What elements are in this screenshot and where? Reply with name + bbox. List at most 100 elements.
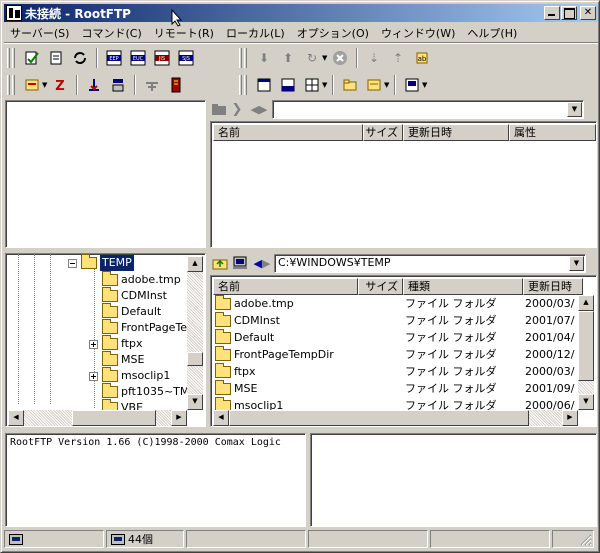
table-row[interactable]: Default ファイル フォルダ 2001/04/2	[213, 329, 575, 346]
resize-grip-icon[interactable]	[580, 534, 592, 546]
local-path-combo[interactable]: C:¥WINDOWS¥TEMP ▼	[274, 253, 586, 273]
toolbar-grip[interactable]	[244, 48, 247, 68]
tree-item-temp[interactable]: TEMP	[68, 254, 134, 271]
close-button[interactable]: ✕	[580, 6, 596, 20]
remote-back-forward-icon[interactable]: ◀▶	[246, 103, 272, 116]
local-up-folder-icon[interactable]	[210, 256, 230, 270]
download-icon[interactable]: ⬇	[253, 47, 275, 69]
view-local-icon[interactable]	[277, 74, 299, 96]
expand-icon[interactable]	[89, 371, 98, 381]
tree-item[interactable]: CDMInst	[89, 287, 167, 304]
menu-command[interactable]: コマンド(C)	[75, 25, 147, 41]
app-icon[interactable]	[6, 5, 22, 21]
menu-help[interactable]: ヘルプ(H)	[461, 25, 523, 41]
site-manager-icon[interactable]	[21, 74, 43, 96]
scroll-up-icon[interactable]: ▲	[187, 256, 203, 272]
sync-up-icon[interactable]: ⇡	[387, 47, 409, 69]
tree-item[interactable]: MSE	[89, 351, 144, 368]
edit-icon[interactable]	[363, 74, 385, 96]
menu-window[interactable]: ウィンドウ(W)	[375, 25, 461, 41]
table-row[interactable]: adobe.tmp ファイル フォルダ 2000/03/2	[213, 295, 575, 312]
sync-down-icon[interactable]: ⇣	[363, 47, 385, 69]
tree-item[interactable]: FrontPageTe	[89, 319, 187, 336]
remote-folder-icon[interactable]	[210, 101, 228, 117]
scroll-down-icon[interactable]: ▼	[578, 394, 594, 410]
table-row[interactable]: CDMInst ファイル フォルダ 2001/07/1	[213, 312, 575, 329]
queue-icon[interactable]	[107, 74, 129, 96]
local-back-forward-icon[interactable]: ◀▶	[250, 257, 274, 270]
reconnect-icon[interactable]	[69, 47, 91, 69]
tree-horizontal-scrollbar[interactable]: ◀ ▶	[8, 410, 187, 426]
title-bar[interactable]: 未接続 - RootFTP ✕	[4, 4, 598, 22]
menu-server[interactable]: サーバー(S)	[4, 25, 75, 41]
upload-icon[interactable]: ⬆	[277, 47, 299, 69]
expand-icon[interactable]	[89, 339, 98, 349]
table-row[interactable]: ftpx ファイル フォルダ 2000/03/1	[213, 363, 575, 380]
toolbar-grip[interactable]	[12, 75, 15, 95]
remote-col-name[interactable]: 名前	[213, 124, 363, 141]
scroll-down-icon[interactable]: ▼	[187, 394, 203, 410]
remote-tree-pane[interactable]	[5, 100, 206, 248]
local-tree-pane[interactable]: TEMP adobe.tmp CDMInst Default FrontPage…	[5, 253, 206, 427]
table-row[interactable]: FrontPageTempDir ファイル フォルダ 2000/12/0	[213, 346, 575, 363]
menu-options[interactable]: オプション(O)	[291, 25, 375, 41]
local-col-type[interactable]: 種類	[403, 278, 523, 295]
remote-path-dropdown-icon[interactable]: ▼	[567, 101, 582, 117]
tree-item[interactable]: ftpx	[89, 335, 142, 352]
edit-dropdown-icon[interactable]: ▼	[384, 81, 390, 89]
toolbar-grip[interactable]	[7, 75, 10, 95]
remote-col-modified[interactable]: 更新日時	[403, 124, 509, 141]
remote-path-combo[interactable]: ▼	[272, 99, 584, 119]
tree-item[interactable]: msoclip1	[89, 367, 170, 384]
scroll-thumb[interactable]	[187, 352, 203, 366]
filter-icon[interactable]	[83, 74, 105, 96]
maximize-button[interactable]	[561, 6, 577, 20]
local-computer-icon[interactable]	[230, 256, 250, 270]
remote-file-list[interactable]: 名前 サイズ 更新日時 属性	[210, 121, 597, 248]
refresh-icon[interactable]: ↻	[301, 47, 323, 69]
tree-vertical-scrollbar[interactable]: ▲ ▼	[187, 256, 203, 410]
toolbar-grip[interactable]	[12, 48, 15, 68]
view-layout-icon[interactable]	[301, 74, 323, 96]
table-row[interactable]: MSE ファイル フォルダ 2001/09/0	[213, 380, 575, 397]
list-horizontal-scrollbar[interactable]: ◀ ▶	[213, 410, 578, 426]
list-vertical-scrollbar[interactable]: ▲ ▼	[578, 295, 594, 410]
network-icon[interactable]	[141, 74, 163, 96]
menu-remote[interactable]: リモート(R)	[148, 25, 220, 41]
menu-local[interactable]: ローカル(L)	[220, 25, 291, 41]
local-col-modified[interactable]: 更新日時	[523, 278, 583, 295]
disconnect-icon[interactable]	[45, 47, 67, 69]
log-pane[interactable]: RootFTP Version 1.66 (C)1998-2000 Comax …	[5, 433, 306, 527]
scroll-right-icon[interactable]: ▶	[562, 410, 578, 426]
local-path-dropdown-icon[interactable]: ▼	[569, 255, 584, 271]
scroll-up-icon[interactable]: ▲	[578, 295, 594, 311]
zip-icon[interactable]: Z	[49, 74, 71, 96]
remote-col-attr[interactable]: 属性	[509, 124, 596, 141]
collapse-icon[interactable]	[68, 258, 77, 268]
remote-up-icon[interactable]: ❯	[228, 102, 246, 117]
scroll-thumb[interactable]	[229, 410, 529, 426]
tree-item[interactable]: Default	[89, 303, 161, 320]
ebcdic-eep-icon[interactable]: EEP	[103, 47, 125, 69]
minimize-button[interactable]	[544, 6, 560, 20]
server-icon[interactable]	[165, 74, 187, 96]
scroll-right-icon[interactable]: ▶	[171, 410, 187, 426]
log-dropdown-icon[interactable]: ▼	[422, 81, 428, 89]
scroll-thumb[interactable]	[578, 311, 594, 381]
local-col-name[interactable]: 名前	[213, 278, 358, 295]
transfer-mode-icon[interactable]: ab	[411, 47, 433, 69]
toolbar-grip[interactable]	[7, 48, 10, 68]
toolbar-grip[interactable]	[239, 75, 242, 95]
connect-icon[interactable]	[21, 47, 43, 69]
message-pane[interactable]	[310, 433, 597, 527]
local-file-list[interactable]: 名前 サイズ 種類 更新日時 adobe.tmp ファイル フォルダ 2000/…	[210, 275, 597, 427]
local-col-size[interactable]: サイズ	[358, 278, 403, 295]
toolbar-grip[interactable]	[244, 75, 247, 95]
refresh-dropdown-icon[interactable]: ▼	[322, 54, 328, 62]
log-icon[interactable]	[401, 74, 423, 96]
tree-item[interactable]: adobe.tmp	[89, 271, 181, 288]
jis-icon[interactable]: JIS	[151, 47, 173, 69]
scroll-left-icon[interactable]: ◀	[8, 410, 24, 426]
scroll-thumb[interactable]	[72, 410, 156, 426]
euc-icon[interactable]: EUC	[127, 47, 149, 69]
